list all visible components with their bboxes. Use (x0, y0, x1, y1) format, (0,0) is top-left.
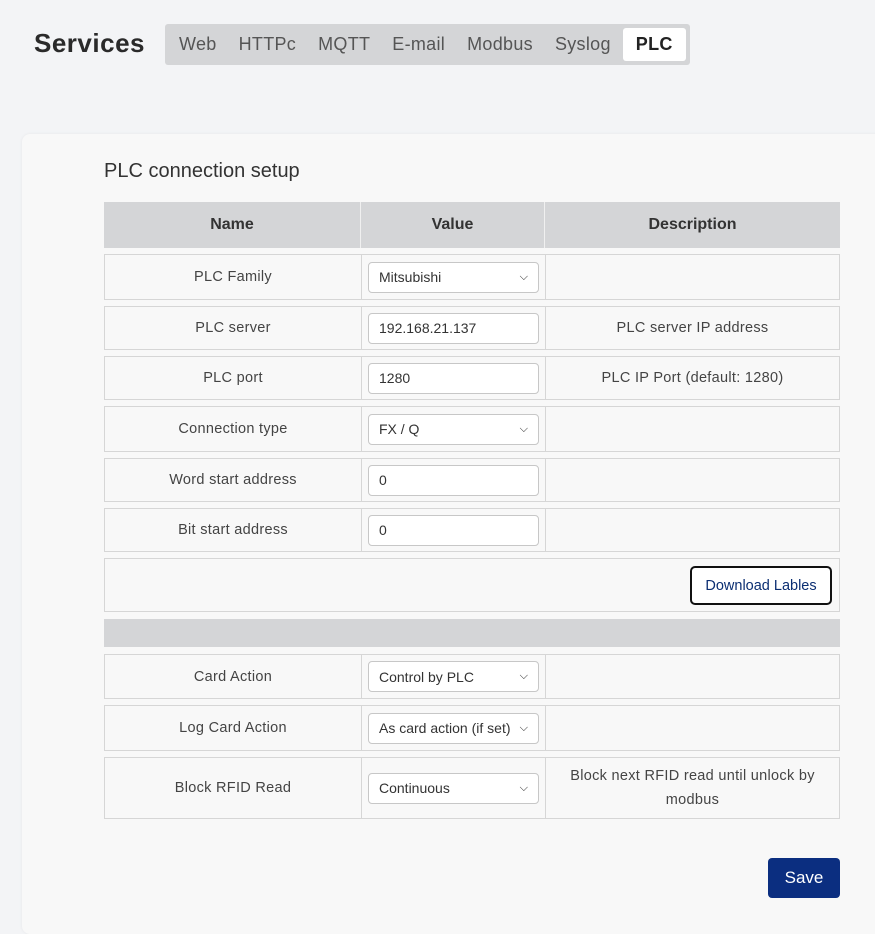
card-action-select[interactable]: Control by PLC ⌵ (368, 661, 539, 692)
tab-plc[interactable]: PLC (622, 28, 686, 61)
chevron-down-icon: ⌵ (519, 721, 528, 734)
table-row: PLC Family Mitsubishi ⌵ (104, 254, 840, 300)
chevron-down-icon: ⌵ (519, 781, 528, 794)
table-row: Word start address 0 (104, 458, 840, 502)
input-value: 192.168.21.137 (379, 320, 477, 336)
row-description: Block next RFID read until unlock by mod… (570, 768, 815, 808)
table-row: Card Action Control by PLC ⌵ (104, 654, 840, 699)
select-value: FX / Q (379, 421, 420, 437)
table-header: Name Value Description (104, 202, 840, 248)
column-header-value: Value (361, 202, 545, 248)
tab-email[interactable]: E-mail (382, 28, 455, 61)
row-description: PLC IP Port (default: 1280) (601, 370, 784, 386)
services-tabs: Web HTTPc MQTT E-mail Modbus Syslog PLC (165, 24, 690, 65)
row-description (546, 509, 839, 551)
column-header-name: Name (104, 202, 361, 248)
page-title: Services (34, 28, 145, 58)
section-divider (104, 619, 840, 647)
block-rfid-read-select[interactable]: Continuous ⌵ (368, 772, 539, 804)
input-value: 1280 (379, 370, 411, 386)
input-value: 0 (379, 522, 387, 538)
column-header-description: Description (648, 216, 737, 233)
plc-family-select[interactable]: Mitsubishi ⌵ (368, 261, 539, 293)
save-button[interactable]: Save (768, 858, 840, 898)
table-row: Block RFID Read Continuous ⌵ Block next … (104, 757, 840, 819)
table-row: Bit start address 0 (104, 508, 840, 552)
tab-mqtt[interactable]: MQTT (308, 28, 380, 61)
tab-modbus[interactable]: Modbus (457, 28, 543, 61)
row-label: Bit start address (105, 509, 362, 551)
row-label: Card Action (105, 655, 362, 698)
row-label: PLC server (105, 307, 362, 349)
row-description: PLC server IP address (616, 320, 769, 336)
plc-port-input[interactable]: 1280 (368, 362, 539, 394)
row-description (546, 407, 839, 451)
row-description (546, 655, 839, 698)
row-label: Block RFID Read (105, 758, 362, 818)
connection-type-select[interactable]: FX / Q ⌵ (368, 413, 539, 445)
select-value: Control by PLC (379, 668, 474, 685)
table-row: Log Card Action As card action (if set) … (104, 705, 840, 751)
plc-server-input[interactable]: 192.168.21.137 (368, 312, 539, 344)
table-row: Connection type FX / Q ⌵ (104, 406, 840, 452)
chevron-down-icon: ⌵ (519, 422, 528, 435)
table-row: PLC server 192.168.21.137 PLC server IP … (104, 306, 840, 350)
row-label: Log Card Action (105, 706, 362, 750)
tab-syslog[interactable]: Syslog (545, 28, 621, 61)
row-label: Word start address (105, 459, 362, 501)
bit-start-address-input[interactable]: 0 (368, 514, 539, 546)
word-start-address-input[interactable]: 0 (368, 464, 539, 496)
select-value: Continuous (379, 780, 450, 796)
row-description (546, 706, 839, 750)
input-value: 0 (379, 472, 387, 488)
tab-web[interactable]: Web (169, 28, 227, 61)
download-labels-button[interactable]: Download Lables (690, 566, 832, 605)
row-description (546, 255, 839, 299)
download-row: Download Lables (104, 558, 840, 612)
tab-httpc[interactable]: HTTPc (229, 28, 307, 61)
row-label: PLC Family (105, 255, 362, 299)
table-row: PLC port 1280 PLC IP Port (default: 1280… (104, 356, 840, 400)
select-value: Mitsubishi (379, 269, 442, 285)
log-card-action-select[interactable]: As card action (if set) ⌵ (368, 712, 539, 744)
row-label: Connection type (105, 407, 362, 451)
chevron-down-icon: ⌵ (519, 270, 528, 283)
row-description (546, 459, 839, 501)
select-value: As card action (if set) (379, 720, 511, 736)
row-label: PLC port (105, 357, 362, 399)
section-title: PLC connection setup (104, 160, 300, 182)
chevron-down-icon: ⌵ (519, 670, 528, 682)
